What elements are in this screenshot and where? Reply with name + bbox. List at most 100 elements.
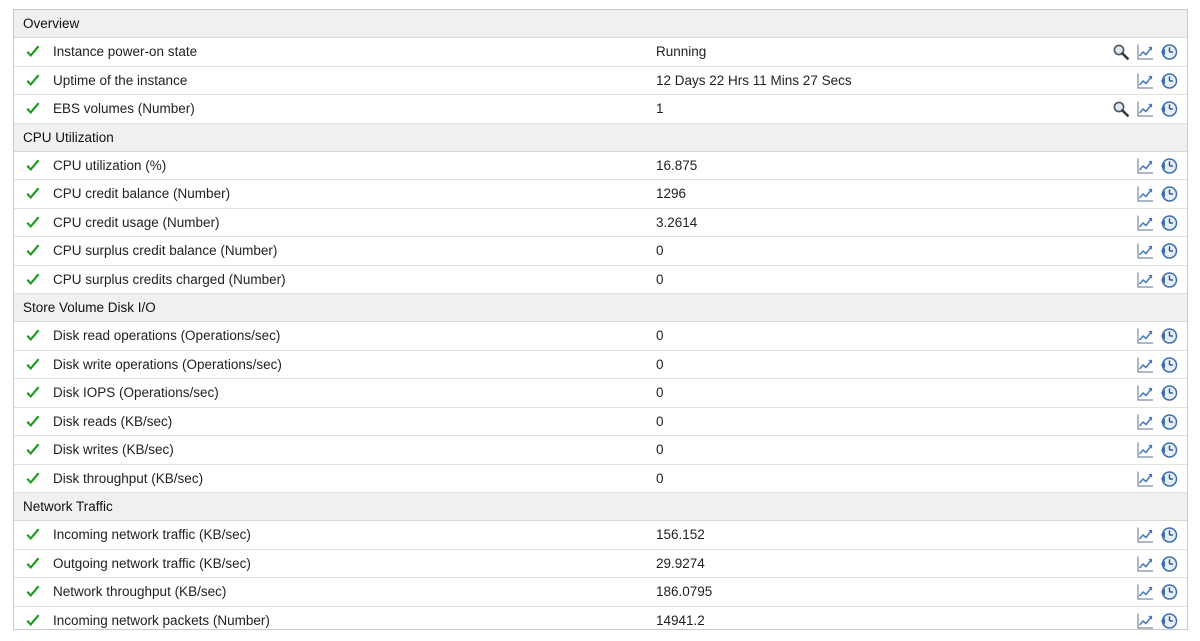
line-graph-icon[interactable] xyxy=(1136,612,1154,630)
history-clock-icon[interactable] xyxy=(1160,555,1178,573)
empty-icon-slot xyxy=(1112,526,1130,544)
metric-row: CPU credit balance (Number) 1296 xyxy=(14,180,1187,209)
row-actions xyxy=(1112,555,1178,573)
metric-label: Disk writes (KB/sec) xyxy=(53,442,174,457)
line-graph-icon[interactable] xyxy=(1136,555,1154,573)
row-actions xyxy=(1112,185,1178,203)
check-icon xyxy=(26,329,40,341)
check-icon xyxy=(26,528,40,540)
line-graph-icon[interactable] xyxy=(1136,583,1154,601)
metric-value: 16.875 xyxy=(656,157,698,173)
row-actions xyxy=(1112,43,1178,61)
history-clock-icon[interactable] xyxy=(1160,327,1178,345)
row-actions xyxy=(1112,356,1178,374)
metric-value: 12 Days 22 Hrs 11 Mins 27 Secs xyxy=(656,72,852,88)
metric-value: 3.2614 xyxy=(656,214,698,230)
metric-row: CPU utilization (%) 16.875 xyxy=(14,151,1187,180)
check-icon xyxy=(26,273,40,285)
history-clock-icon[interactable] xyxy=(1160,72,1178,90)
history-clock-icon[interactable] xyxy=(1160,100,1178,118)
history-clock-icon[interactable] xyxy=(1160,526,1178,544)
line-graph-icon[interactable] xyxy=(1136,470,1154,488)
history-clock-icon[interactable] xyxy=(1160,271,1178,289)
history-clock-icon[interactable] xyxy=(1160,384,1178,402)
line-graph-icon[interactable] xyxy=(1136,413,1154,431)
line-graph-icon[interactable] xyxy=(1136,100,1154,118)
row-actions xyxy=(1112,242,1178,260)
history-clock-icon[interactable] xyxy=(1160,43,1178,61)
empty-icon-slot xyxy=(1112,555,1130,573)
section-title: Network Traffic xyxy=(23,499,113,514)
row-actions xyxy=(1112,526,1178,544)
empty-icon-slot xyxy=(1112,157,1130,175)
metric-row: CPU credit usage (Number) 3.2614 xyxy=(14,208,1187,237)
history-clock-icon[interactable] xyxy=(1160,356,1178,374)
check-icon xyxy=(26,358,40,370)
line-graph-icon[interactable] xyxy=(1136,327,1154,345)
line-graph-icon[interactable] xyxy=(1136,72,1154,90)
metric-row: Uptime of the instance 12 Days 22 Hrs 11… xyxy=(14,66,1187,95)
metric-row: Instance power-on state Running xyxy=(14,38,1187,67)
metric-label: Disk write operations (Operations/sec) xyxy=(53,356,282,372)
line-graph-icon[interactable] xyxy=(1136,185,1154,203)
history-clock-icon[interactable] xyxy=(1160,441,1178,459)
metric-row: CPU surplus credit balance (Number) 0 xyxy=(14,237,1187,266)
metric-label: Outgoing network traffic (KB/sec) xyxy=(53,555,251,571)
line-graph-icon[interactable] xyxy=(1136,356,1154,374)
history-clock-icon[interactable] xyxy=(1160,214,1178,232)
check-icon xyxy=(26,159,40,171)
metric-value: 0 xyxy=(656,385,664,400)
empty-icon-slot xyxy=(1112,72,1130,90)
metric-row: Network throughput (KB/sec) 186.0795 xyxy=(14,578,1187,607)
check-icon xyxy=(26,443,40,455)
history-clock-icon[interactable] xyxy=(1160,242,1178,260)
line-graph-icon[interactable] xyxy=(1136,214,1154,232)
empty-icon-slot xyxy=(1112,185,1130,203)
history-clock-icon[interactable] xyxy=(1160,612,1178,630)
history-clock-icon[interactable] xyxy=(1160,583,1178,601)
check-icon xyxy=(26,557,40,569)
metric-label: CPU credit balance (Number) xyxy=(53,186,231,201)
check-icon xyxy=(26,187,40,199)
metric-label: Incoming network traffic (KB/sec) xyxy=(53,527,251,542)
metric-row: Disk reads (KB/sec) 0 xyxy=(14,407,1187,436)
line-graph-icon[interactable] xyxy=(1136,441,1154,459)
magnifier-icon[interactable] xyxy=(1112,100,1130,118)
history-clock-icon[interactable] xyxy=(1160,157,1178,175)
magnifier-icon[interactable] xyxy=(1112,43,1130,61)
history-clock-icon[interactable] xyxy=(1160,185,1178,203)
metric-label: CPU surplus credit balance (Number) xyxy=(53,243,278,258)
line-graph-icon[interactable] xyxy=(1136,157,1154,175)
metric-value: 0 xyxy=(656,356,664,372)
history-clock-icon[interactable] xyxy=(1160,470,1178,488)
check-icon xyxy=(26,244,40,256)
check-icon xyxy=(26,216,40,228)
line-graph-icon[interactable] xyxy=(1136,242,1154,260)
metric-label: CPU surplus credits charged (Number) xyxy=(53,271,286,287)
line-graph-icon[interactable] xyxy=(1136,384,1154,402)
metric-label: Instance power-on state xyxy=(53,44,198,59)
section-header: CPU Utilization xyxy=(14,123,1187,152)
empty-icon-slot xyxy=(1112,583,1130,601)
metric-label: Disk IOPS (Operations/sec) xyxy=(53,385,219,400)
check-icon xyxy=(26,386,40,398)
row-actions xyxy=(1112,157,1178,175)
metric-row: Disk throughput (KB/sec) 0 xyxy=(14,464,1187,493)
check-icon xyxy=(26,74,40,86)
metric-label: Uptime of the instance xyxy=(53,72,188,88)
empty-icon-slot xyxy=(1112,327,1130,345)
metric-value: 0 xyxy=(656,413,664,429)
metrics-panel: Overview Instance power-on state Running xyxy=(13,9,1188,630)
check-icon xyxy=(26,472,40,484)
row-actions xyxy=(1112,470,1178,488)
metric-value: 0 xyxy=(656,470,664,486)
line-graph-icon[interactable] xyxy=(1136,526,1154,544)
empty-icon-slot xyxy=(1112,441,1130,459)
metric-label: Incoming network packets (Number) xyxy=(53,612,270,628)
row-actions xyxy=(1112,583,1178,601)
history-clock-icon[interactable] xyxy=(1160,413,1178,431)
line-graph-icon[interactable] xyxy=(1136,43,1154,61)
line-graph-icon[interactable] xyxy=(1136,271,1154,289)
row-actions xyxy=(1112,100,1178,118)
empty-icon-slot xyxy=(1112,242,1130,260)
